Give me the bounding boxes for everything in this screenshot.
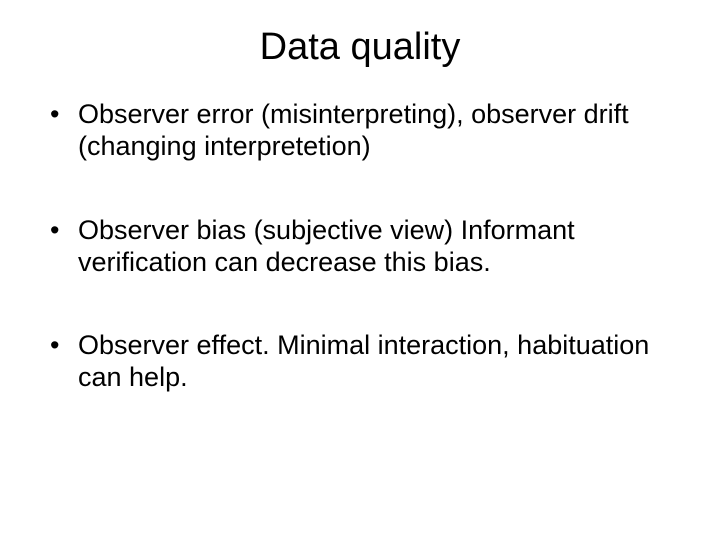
list-item: Observer error (misinterpreting), observ… [50, 99, 670, 163]
list-item: Observer effect. Minimal interaction, ha… [50, 330, 670, 394]
list-item: Observer bias (subjective view) Informan… [50, 215, 670, 279]
slide-title: Data quality [40, 26, 680, 69]
slide: Data quality Observer error (misinterpre… [0, 0, 720, 540]
bullet-list: Observer error (misinterpreting), observ… [40, 99, 680, 446]
